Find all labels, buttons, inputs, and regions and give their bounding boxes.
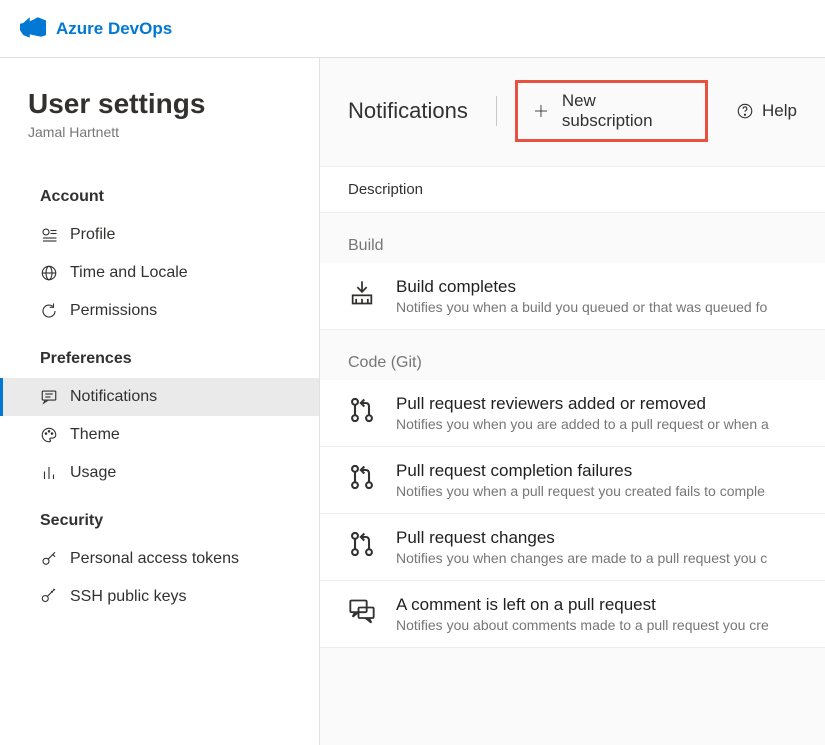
nav-label: Theme — [70, 426, 120, 444]
help-button[interactable]: Help — [724, 93, 809, 129]
ssh-key-icon — [40, 588, 58, 606]
notif-title: Pull request changes — [396, 528, 767, 548]
refresh-icon — [40, 302, 58, 320]
notif-text: Build completes Notifies you when a buil… — [396, 277, 767, 315]
chat-icon — [40, 388, 58, 406]
description-header: Description — [320, 166, 825, 213]
notif-title: Build completes — [396, 277, 767, 297]
main: Notifications New subscription Help Desc… — [320, 58, 825, 745]
nav-label: Usage — [70, 464, 116, 482]
help-icon — [736, 102, 754, 120]
globe-icon — [40, 264, 58, 282]
key-icon — [40, 550, 58, 568]
pull-request-icon — [348, 463, 376, 491]
nav-label: Profile — [70, 226, 115, 244]
nav-personal-access-tokens[interactable]: Personal access tokens — [0, 540, 319, 578]
nav-label: Notifications — [70, 388, 157, 406]
notif-row-build-completes[interactable]: Build completes Notifies you when a buil… — [320, 263, 825, 330]
bar-chart-icon — [40, 464, 58, 482]
new-subscription-button[interactable]: New subscription — [515, 80, 708, 142]
nav-time-locale[interactable]: Time and Locale — [0, 254, 319, 292]
toolbar-separator — [496, 96, 497, 126]
profile-icon — [40, 226, 58, 244]
nav-notifications[interactable]: Notifications — [0, 378, 319, 416]
page-title: User settings — [0, 88, 319, 124]
new-subscription-label: New subscription — [562, 91, 691, 131]
notif-text: Pull request changes Notifies you when c… — [396, 528, 767, 566]
help-label: Help — [762, 101, 797, 121]
nav-label: Personal access tokens — [70, 550, 239, 568]
notif-row-pr-reviewers[interactable]: Pull request reviewers added or removed … — [320, 380, 825, 447]
toolbar-title: Notifications — [348, 98, 468, 124]
notif-desc: Notifies you when you are added to a pul… — [396, 416, 769, 432]
toolbar: Notifications New subscription Help — [320, 58, 825, 166]
section-head-account: Account — [0, 168, 319, 216]
plus-icon — [532, 102, 550, 120]
notif-text: Pull request reviewers added or removed … — [396, 394, 769, 432]
pull-request-icon — [348, 396, 376, 424]
notif-row-pr-completion-failures[interactable]: Pull request completion failures Notifie… — [320, 447, 825, 514]
nav-theme[interactable]: Theme — [0, 416, 319, 454]
group-label-build: Build — [320, 213, 825, 263]
notif-text: Pull request completion failures Notifie… — [396, 461, 765, 499]
sidebar: User settings Jamal Hartnett Account Pro… — [0, 58, 320, 745]
notif-title: Pull request reviewers added or removed — [396, 394, 769, 414]
user-name: Jamal Hartnett — [0, 124, 319, 168]
notif-desc: Notifies you when a pull request you cre… — [396, 483, 765, 499]
notif-row-pr-comment[interactable]: A comment is left on a pull request Noti… — [320, 581, 825, 648]
section-head-security: Security — [0, 492, 319, 540]
nav-ssh-public-keys[interactable]: SSH public keys — [0, 578, 319, 616]
nav-permissions[interactable]: Permissions — [0, 292, 319, 330]
notif-desc: Notifies you when changes are made to a … — [396, 550, 767, 566]
notif-title: A comment is left on a pull request — [396, 595, 769, 615]
build-icon — [348, 279, 376, 307]
topbar: Azure DevOps — [0, 0, 825, 58]
brand-label[interactable]: Azure DevOps — [56, 19, 172, 39]
group-label-code: Code (Git) — [320, 330, 825, 380]
azure-devops-logo-icon — [20, 14, 46, 43]
palette-icon — [40, 426, 58, 444]
notif-title: Pull request completion failures — [396, 461, 765, 481]
comment-icon — [348, 597, 376, 625]
layout: User settings Jamal Hartnett Account Pro… — [0, 58, 825, 745]
section-head-preferences: Preferences — [0, 330, 319, 378]
nav-profile[interactable]: Profile — [0, 216, 319, 254]
nav-label: SSH public keys — [70, 588, 187, 606]
nav-label: Time and Locale — [70, 264, 188, 282]
pull-request-icon — [348, 530, 376, 558]
nav-label: Permissions — [70, 302, 157, 320]
notif-text: A comment is left on a pull request Noti… — [396, 595, 769, 633]
notif-desc: Notifies you when a build you queued or … — [396, 299, 767, 315]
nav-usage[interactable]: Usage — [0, 454, 319, 492]
notif-row-pr-changes[interactable]: Pull request changes Notifies you when c… — [320, 514, 825, 581]
notif-desc: Notifies you about comments made to a pu… — [396, 617, 769, 633]
